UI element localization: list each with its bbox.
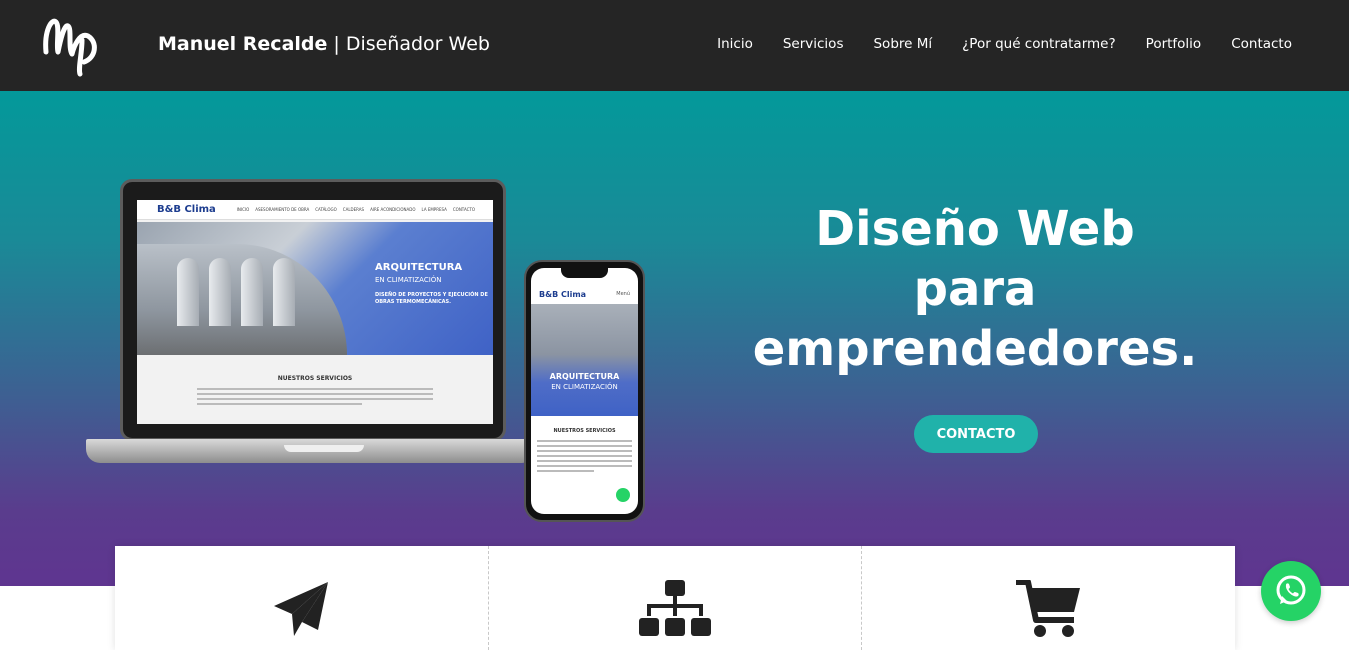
laptop-mockup: B&B Clima INICIO ASESORAMIENTO DE OBRA C…: [86, 179, 536, 479]
mockup-hero-text: ARQUITECTURA EN CLIMATIZACIÓN DISEÑO DE …: [375, 262, 493, 306]
service-card-ecommerce[interactable]: [862, 546, 1235, 650]
contact-button[interactable]: CONTACTO: [914, 415, 1038, 453]
whatsapp-button[interactable]: [1261, 561, 1321, 621]
site-header: Manuel Recalde | Diseñador Web Inicio Serv…: [0, 0, 1349, 91]
whatsapp-icon: [1276, 575, 1306, 605]
nav-item-sobre-mi[interactable]: Sobre Mí: [873, 36, 932, 52]
mockup-nav-item: CONTACTO: [452, 207, 475, 212]
brand-name: Manuel Recalde: [158, 33, 328, 55]
mockup-text-lines: [197, 388, 433, 405]
mockup-duct: [209, 258, 231, 326]
nav-item-por-que-contratarme[interactable]: ¿Por qué contratarme?: [962, 36, 1116, 52]
nav-item-servicios[interactable]: Servicios: [783, 36, 844, 52]
phone-screen: B&B Clima Menú ARQUITECTURA EN CLIMATIZA…: [531, 268, 638, 514]
hero-title-line3: emprendedores.: [752, 321, 1198, 377]
phone-hero-subtitle: EN CLIMATIZACIÓN: [551, 383, 618, 391]
service-card-structure[interactable]: [489, 546, 863, 650]
mockup-header: B&B Clima INICIO ASESORAMIENTO DE OBRA C…: [137, 200, 493, 220]
mockup-nav-item: CATÁLOGO: [315, 207, 337, 212]
mockup-nav-item: LA EMPRESA: [421, 207, 447, 212]
mockup-duct: [177, 258, 199, 326]
mockup-hero: ARQUITECTURA EN CLIMATIZACIÓN DISEÑO DE …: [137, 222, 493, 355]
nav-item-contacto[interactable]: Contacto: [1231, 36, 1292, 52]
nav-item-portfolio[interactable]: Portfolio: [1146, 36, 1202, 52]
mockup-nav-item: INICIO: [236, 207, 250, 212]
hero-title: Diseño Web para emprendedores.: [740, 199, 1210, 379]
mockup-nav-item: CALDERAS: [342, 207, 365, 212]
phone-text-lines: [537, 440, 632, 472]
phone-menu: Menú: [616, 291, 630, 297]
mockup-nav: INICIO ASESORAMIENTO DE OBRA CATÁLOGO CA…: [237, 207, 475, 212]
brand-role: Diseñador Web: [345, 33, 490, 55]
mockup-hero-small: DISEÑO DE PROYECTOS Y EJECUCIÓN DE OBRAS…: [375, 292, 488, 305]
hero-section: B&B Clima INICIO ASESORAMIENTO DE OBRA C…: [0, 91, 1349, 586]
mockup-hero-title: ARQUITECTURA: [375, 262, 463, 273]
shopping-cart-icon: [1015, 580, 1080, 637]
brand-title[interactable]: Manuel Recalde | Diseñador Web: [158, 33, 490, 55]
laptop-screen-frame: B&B Clima INICIO ASESORAMIENTO DE OBRA C…: [120, 179, 506, 441]
phone-mockup: B&B Clima Menú ARQUITECTURA EN CLIMATIZA…: [524, 260, 645, 522]
brand-separator: |: [333, 33, 340, 55]
services-bar: [115, 546, 1235, 650]
phone-hero-text: ARQUITECTURA EN CLIMATIZACIÓN: [537, 372, 632, 392]
paper-plane-icon: [274, 582, 329, 636]
mockup-nav-item: AIRE ACONDICIONADO: [370, 207, 416, 212]
sitemap-icon: [639, 580, 711, 636]
mockup-duct: [273, 258, 295, 326]
nav-item-inicio[interactable]: Inicio: [717, 36, 753, 52]
mockup-nav-item: ASESORAMIENTO DE OBRA: [255, 207, 310, 212]
main-nav: Inicio Servicios Sobre Mí ¿Por qué contr…: [717, 36, 1292, 52]
phone-notch: [561, 268, 608, 278]
phone-hero: ARQUITECTURA EN CLIMATIZACIÓN: [531, 304, 638, 416]
mockup-hero-subtitle: EN CLIMATIZACIÓN: [375, 276, 442, 284]
mockup-section-title: NUESTROS SERVICIOS: [277, 375, 353, 382]
phone-section-title: NUESTROS SERVICIOS: [553, 428, 616, 434]
phone-logo: B&B Clima: [539, 290, 587, 299]
service-card-web[interactable]: [115, 546, 489, 650]
mockup-duct: [241, 258, 263, 326]
laptop-screen: B&B Clima INICIO ASESORAMIENTO DE OBRA C…: [137, 200, 493, 424]
laptop-notch: [284, 445, 364, 452]
hero-title-line2: para: [913, 261, 1037, 317]
phone-whatsapp-icon: [616, 488, 630, 502]
logo-icon[interactable]: [38, 12, 110, 80]
hero-title-line1: Diseño Web: [815, 201, 1135, 257]
phone-hero-title: ARQUITECTURA: [549, 372, 620, 381]
mockup-logo: B&B Clima: [157, 204, 216, 215]
